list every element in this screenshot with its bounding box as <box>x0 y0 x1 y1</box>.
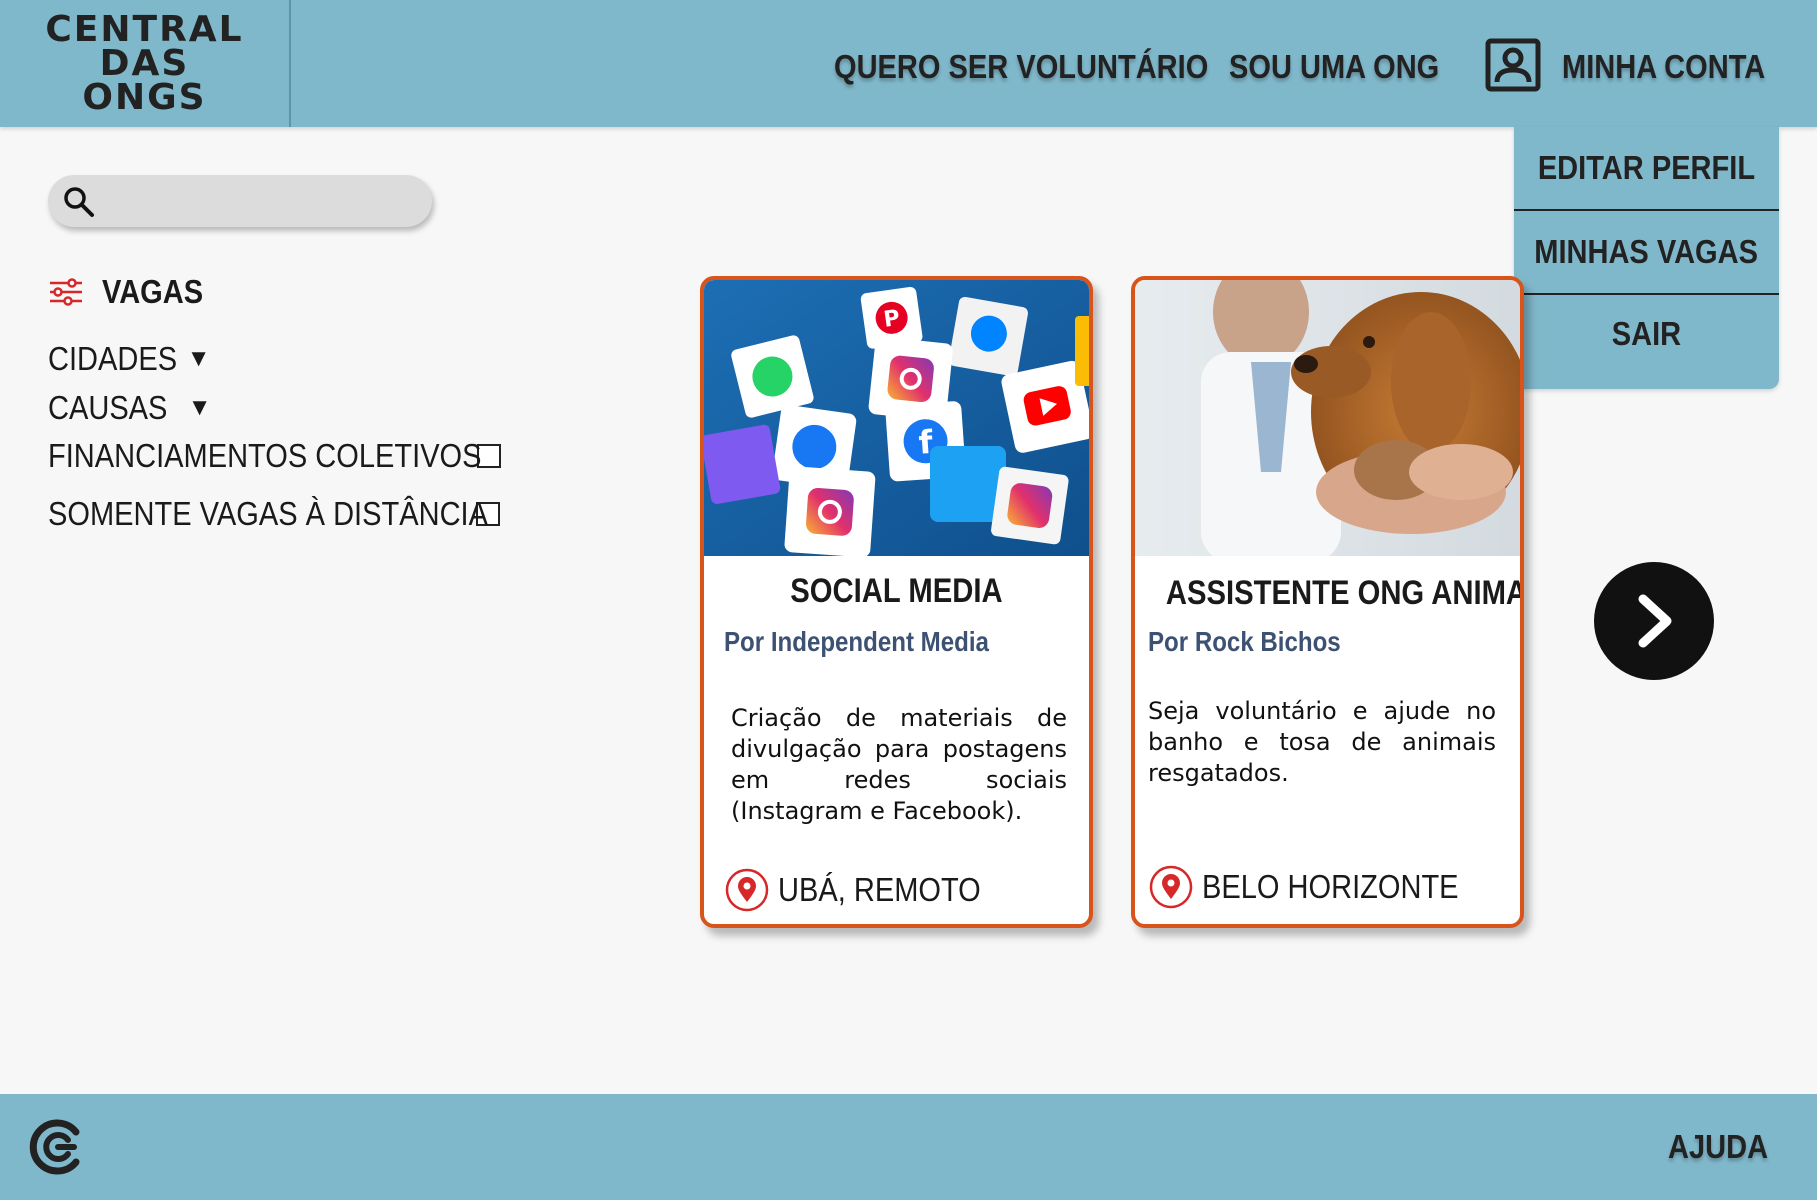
card-organization[interactable]: Por Independent Media <box>724 626 989 658</box>
card-title: ASSISTENTE ONG ANIMAL <box>1135 574 1520 613</box>
card-title-text: SOCIAL MEDIA <box>790 572 1003 610</box>
card-title-text: ASSISTENTE ONG ANIMAL <box>1165 574 1524 612</box>
filter-causes-label: CAUSAS <box>48 389 168 426</box>
card-description: Seja voluntário e ajude no banho e tosa … <box>1148 697 1496 787</box>
help-link[interactable]: AJUDA <box>1668 1128 1768 1166</box>
footer: AJUDA <box>0 1094 1817 1200</box>
filters-title: VAGAS <box>102 273 204 310</box>
job-card[interactable]: ASSISTENTE ONG ANIMAL Por Rock Bichos Se… <box>1131 276 1524 928</box>
location-pin-icon <box>725 868 769 912</box>
filter-crowdfunding-label: FINANCIAMENTOS COLETIVOS <box>48 437 482 474</box>
filter-remote-only[interactable]: SOMENTE VAGAS À DISTÂNCIA <box>48 495 500 533</box>
caret-down-icon: ▼ <box>186 345 211 372</box>
card-location: UBÁ, REMOTO <box>724 867 1008 913</box>
menu-item-label: MINHAS VAGAS <box>1534 233 1759 270</box>
filters-header: VAGAS <box>48 273 217 311</box>
nav-volunteer-link[interactable]: QUERO SER VOLUNTÁRIO <box>834 48 1208 86</box>
top-navbar: CENTRAL DAS ONGS QUERO SER VOLUNTÁRIO SO… <box>0 0 1817 127</box>
search-bar[interactable] <box>48 175 432 227</box>
job-card[interactable]: P f SOCIAL MEDIA Por Independent Media C… <box>700 276 1093 928</box>
filter-cities-label: CIDADES <box>48 340 178 377</box>
filter-remote-only-label: SOMENTE VAGAS À DISTÂNCIA <box>48 495 488 532</box>
next-cards-button[interactable] <box>1594 562 1714 680</box>
chevron-right-icon <box>1638 594 1672 648</box>
menu-item-label: EDITAR PERFIL <box>1537 149 1756 186</box>
filter-cities-dropdown[interactable]: CIDADES ▼ <box>48 340 210 378</box>
card-location: BELO HORIZONTE <box>1148 864 1494 910</box>
site-logo[interactable]: CENTRAL DAS ONGS <box>0 0 291 127</box>
card-description: Criação de materiais de divulgação para … <box>731 704 1067 825</box>
logo-line-3: ONGS <box>82 76 207 118</box>
social-media-image: P f <box>704 280 1089 556</box>
card-location-text: BELO HORIZONTE <box>1202 868 1459 905</box>
location-pin-icon <box>1149 865 1193 909</box>
logo-line-1: CENTRAL <box>45 8 244 50</box>
account-icon[interactable] <box>1485 38 1541 92</box>
menu-item-edit-profile[interactable]: EDITAR PERFIL <box>1514 127 1779 211</box>
menu-item-label: SAIR <box>1611 315 1682 352</box>
filter-causes-dropdown[interactable]: CAUSAS ▼ <box>48 389 211 427</box>
filter-crowdfunding[interactable]: FINANCIAMENTOS COLETIVOS <box>48 437 501 475</box>
nav-account-link[interactable]: MINHA CONTA <box>1562 48 1765 86</box>
filter-sliders-icon <box>50 278 82 306</box>
menu-item-my-jobs[interactable]: MINHAS VAGAS <box>1514 211 1779 295</box>
card-organization[interactable]: Por Rock Bichos <box>1148 626 1341 658</box>
caret-down-icon: ▼ <box>187 394 212 421</box>
svg-text:P: P <box>882 306 901 333</box>
logo-line-2: DAS <box>99 42 190 84</box>
search-input[interactable] <box>110 183 410 219</box>
footer-logo-icon[interactable] <box>28 1118 86 1176</box>
vet-dog-image <box>1135 280 1520 556</box>
nav-ong-link[interactable]: SOU UMA ONG <box>1229 48 1439 86</box>
card-title: SOCIAL MEDIA <box>704 572 1089 611</box>
account-dropdown-menu: EDITAR PERFIL MINHAS VAGAS SAIR <box>1514 127 1779 389</box>
card-location-text: UBÁ, REMOTO <box>778 871 981 908</box>
menu-item-logout[interactable]: SAIR <box>1514 295 1779 373</box>
search-icon[interactable] <box>62 185 96 219</box>
